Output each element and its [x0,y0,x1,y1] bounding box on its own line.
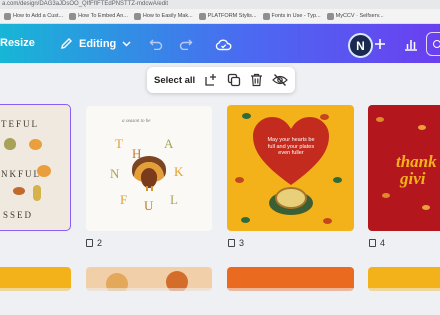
bookmark-5[interactable]: Fonts in Use - Typ... [262,12,321,20]
editing-label: Editing [79,37,117,50]
bookmark-favicon [198,12,206,20]
bookmark-4[interactable]: PLATFORM Stylis... [198,12,257,20]
page-icon [86,239,93,247]
page-2-letter-u: U [144,198,154,213]
page-2-letter-l: L [170,192,178,207]
bar-chart-icon [405,39,417,51]
page-1-word-2: NKFUL [1,169,42,179]
insights-button[interactable] [402,35,420,53]
page-2-letter-t: T [115,136,123,151]
leaf-icon [241,217,250,223]
trash-icon[interactable] [250,73,263,87]
leaf-icon [418,125,426,130]
page-2-letter-n: N [110,166,120,181]
page-1-word-3: SSED [3,210,34,220]
cloud-save-button[interactable] [214,35,232,53]
page-2-letter-a: A [164,136,174,151]
page-icon [228,239,235,247]
url-text: a.com/design/DAG3aJDsOO_QIfFfIFTEdPNSTTZ… [2,1,169,7]
resize-button[interactable]: Resize [0,37,35,49]
bookmark-favicon [326,12,334,20]
bookmark-favicon [133,12,141,20]
page-thumbnail-4[interactable]: thank givi [368,105,440,231]
corn-icon [33,185,41,201]
pumpkin-icon [37,165,51,177]
turkey-illustration [132,156,166,192]
page-number-3: 3 [228,238,244,248]
page-thumbnail-1[interactable]: TEFUL NKFUL SSED [0,104,71,231]
page-3-heart-text: May your hearts be full and your plates … [267,137,315,156]
leaf-icon [382,193,390,198]
bookmark-3[interactable]: How to Easily Mak... [133,12,193,20]
pencil-icon [61,38,72,49]
pumpkin-icon [29,139,42,150]
page-2-letter-k: K [174,164,184,179]
bookmark-2[interactable]: How To Embed An... [69,12,128,20]
page-4-script-line-2: givi [400,169,426,188]
duplicate-icon[interactable] [227,73,241,87]
resize-label: Resize [0,37,35,49]
plus-icon [375,39,385,49]
cloud-check-icon [215,39,231,50]
undo-button[interactable] [148,36,164,52]
chevron-down-icon [122,41,131,47]
leaf-icon [376,117,384,122]
page-2-small-title: a season to be [122,119,151,124]
editing-mode-dropdown[interactable]: Editing [60,37,131,50]
leaf-icon [235,177,244,183]
page-icon [369,239,376,247]
address-bar[interactable]: a.com/design/DAG3aJDsOO_QIfFfIFTEdPNSTTZ… [0,0,440,9]
share-button[interactable] [426,32,440,56]
page-number-4: 4 [369,238,385,248]
bookmark-favicon [4,12,11,20]
share-icon [433,40,440,48]
page-1-word-1: TEFUL [1,119,39,129]
leaf-icon [323,218,332,224]
page-number-2: 2 [86,238,102,248]
selection-action-bar: Select all [147,67,295,93]
bookmark-6[interactable]: MyCCV · Selfserv... [326,12,384,20]
select-all-button[interactable]: Select all [154,75,195,86]
page-thumbnail-2[interactable]: a season to be T H A N K F U L [86,106,212,231]
editor-toolbar: Resize Editing [0,24,440,63]
bottom-overlay [0,288,440,315]
hide-eye-icon[interactable] [272,73,289,87]
leaf-icon [422,205,430,210]
leaf-icon [242,113,251,119]
page-thumbnail-3[interactable]: May your hearts be full and your plates … [227,105,354,231]
bookmarks-bar: How to Add a Cust... How To Embed An... … [0,9,440,24]
pie-illustration [269,183,313,217]
bookmark-favicon [262,12,270,20]
redo-icon [179,39,193,50]
redo-button[interactable] [178,36,194,52]
user-avatar[interactable]: N [348,33,373,58]
undo-icon [149,39,163,50]
bookmark-1[interactable]: How to Add a Cust... [4,12,63,20]
add-collaborator-button[interactable] [372,35,388,53]
add-page-icon[interactable] [204,73,218,87]
page-2-letter-f: F [120,192,128,207]
leaf-icon [13,187,25,195]
acorn-icon [4,138,16,150]
bookmark-favicon [69,12,77,20]
leaf-icon [333,177,342,183]
